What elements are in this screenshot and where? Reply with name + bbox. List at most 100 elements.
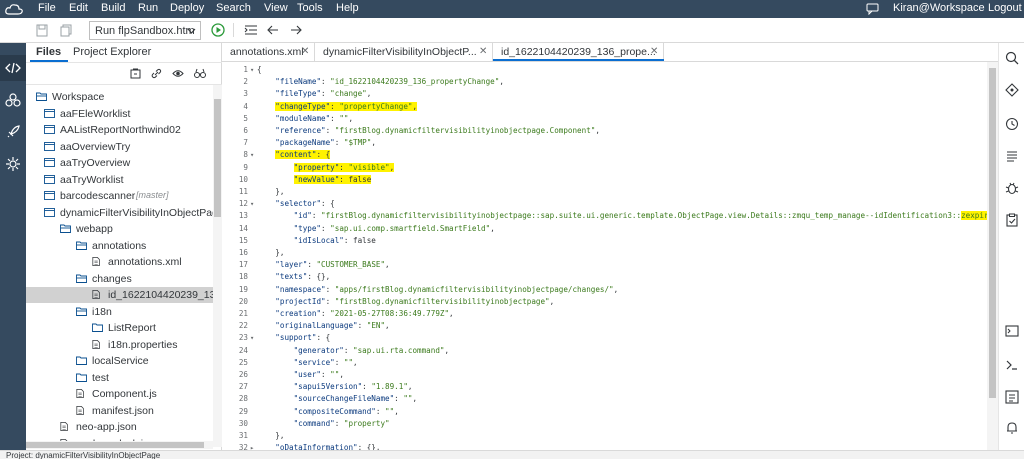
menu-deploy[interactable]: Deploy	[170, 2, 204, 14]
tree-item[interactable]: Workspace	[26, 89, 213, 105]
clipboard-check-icon[interactable]	[1005, 213, 1019, 227]
tree-item[interactable]: dynamicFilterVisibilityInObjectPage	[26, 205, 222, 221]
fold-toggle-icon[interactable]: ▾	[250, 198, 254, 210]
right-side-toolbar	[998, 43, 1024, 450]
tree-item[interactable]: id_1622104420239_136_pr	[26, 287, 222, 303]
folder-icon	[76, 373, 87, 382]
line-number: 17	[238, 260, 248, 270]
tree-item[interactable]: localService	[26, 353, 213, 369]
code-text: "namespace": "apps/firstBlog.dynamicfilt…	[275, 284, 619, 294]
menu-build[interactable]: Build	[101, 2, 125, 14]
project-folder-icon	[44, 158, 55, 167]
code-line: 16 },	[222, 247, 987, 259]
menu-view[interactable]: View	[264, 2, 288, 14]
outline-list-icon[interactable]	[1005, 149, 1019, 163]
menu-run[interactable]: Run	[138, 2, 158, 14]
line-number: 21	[238, 309, 248, 318]
tree-item[interactable]: AAListReportNorthwind02	[26, 122, 213, 138]
git-history-icon[interactable]	[1005, 117, 1019, 131]
tab-files[interactable]: Files	[36, 46, 61, 58]
code-line: 8 ▾ "content": {	[222, 149, 987, 161]
menu-search[interactable]: Search	[216, 2, 251, 14]
tree-horizontal-scrollbar[interactable]	[26, 441, 213, 449]
fold-toggle-icon[interactable]: ▾	[250, 149, 254, 161]
menu-file[interactable]: File	[38, 2, 56, 14]
tree-item[interactable]: changes	[26, 271, 213, 287]
tree-item[interactable]: aaTryOverview	[26, 155, 213, 171]
close-tab-icon[interactable]: ✕	[479, 46, 487, 57]
tree-item[interactable]: neo-app.json	[26, 419, 213, 435]
problems-icon[interactable]	[1005, 390, 1019, 404]
tab-project-explorer[interactable]: Project Explorer	[73, 46, 151, 58]
editor-tab[interactable]: annotations.xml ✕	[222, 43, 315, 61]
tree-item[interactable]: i18n.properties	[26, 337, 213, 353]
editor-scrollbar[interactable]	[987, 62, 998, 450]
tree-item[interactable]: annotations	[26, 238, 213, 254]
code-text: "packageName": "$TMP",	[275, 138, 376, 148]
code-text: "newValue": false	[293, 174, 372, 184]
status-project-text: Project: dynamicFilterVisibilityInObject…	[6, 451, 161, 459]
plugins-icon[interactable]	[5, 92, 21, 108]
tree-item[interactable]: barcodescanner [master]	[26, 188, 213, 204]
fold-toggle-icon[interactable]: ▸	[250, 442, 254, 450]
git-icon[interactable]	[1005, 83, 1019, 97]
debugger-bug-icon[interactable]	[1005, 181, 1019, 195]
project-folder-icon	[44, 108, 55, 118]
editor-tab[interactable]: dynamicFilterVisibilityInObjectP... ✕	[315, 43, 493, 61]
tree-item[interactable]: ListReport	[26, 320, 213, 336]
tree-item[interactable]: manifest.json	[26, 403, 213, 419]
tree-item[interactable]: aaTryWorklist	[26, 172, 213, 188]
line-number: 26	[238, 370, 248, 379]
tree-scrollbar-thumb[interactable]	[214, 99, 221, 217]
tree-item[interactable]: webapp	[26, 221, 213, 237]
eye-icon[interactable]	[172, 68, 184, 79]
tree-horizontal-scrollbar-thumb[interactable]	[26, 442, 204, 448]
tree-item[interactable]: aaOverviewTry	[26, 139, 213, 155]
close-tab-icon[interactable]: ✕	[650, 46, 658, 57]
code-icon[interactable]	[5, 60, 21, 76]
terminal-icon[interactable]	[1005, 358, 1019, 372]
tree-scrollbar[interactable]	[213, 85, 222, 447]
collapse-all-icon[interactable]	[130, 68, 141, 79]
arrow-left-icon[interactable]	[267, 25, 279, 35]
fold-toggle-icon[interactable]: ▾	[250, 332, 254, 344]
code-text: "creation": "2021-05-27T08:36:49.779Z",	[275, 309, 454, 318]
code-line: 30 "command": "property"	[222, 418, 987, 430]
rocket-icon[interactable]	[5, 124, 21, 140]
logout-link[interactable]: Logout	[988, 2, 1022, 14]
tree-item-label: changes	[92, 272, 132, 285]
save-all-icon[interactable]	[60, 24, 72, 37]
tree-item[interactable]: i18n	[26, 304, 213, 320]
line-number: 32	[238, 443, 248, 450]
line-number: 24	[238, 345, 248, 355]
indent-icon[interactable]	[244, 24, 258, 36]
editor-tab[interactable]: id_1622104420239_136_prope... ✕	[493, 43, 664, 61]
tree-item[interactable]: aaFEleWorklist	[26, 106, 213, 122]
tree-item[interactable]: annotations.xml	[26, 254, 213, 270]
run-play-icon[interactable]	[211, 23, 225, 37]
close-tab-icon[interactable]: ✕	[301, 46, 309, 57]
user-name[interactable]: Kiran@Workspace	[893, 2, 985, 14]
line-number: 4	[243, 101, 248, 111]
run-configuration-select[interactable]: Run flpSandbox.htm	[89, 21, 201, 40]
notification-icon[interactable]	[1005, 421, 1019, 435]
menu-tools[interactable]: Tools	[297, 2, 323, 14]
chat-icon[interactable]	[866, 3, 879, 15]
console-icon[interactable]	[1005, 324, 1019, 338]
tree-item[interactable]: test	[26, 370, 213, 386]
save-icon[interactable]	[36, 24, 48, 37]
arrow-right-icon[interactable]	[290, 25, 302, 35]
menu-edit[interactable]: Edit	[69, 2, 88, 14]
settings-gear-icon[interactable]	[5, 156, 21, 172]
menu-help[interactable]: Help	[336, 2, 359, 14]
link-icon[interactable]	[151, 68, 162, 79]
line-number: 28	[238, 394, 248, 404]
binoculars-icon[interactable]	[194, 68, 206, 79]
status-bar: Project: dynamicFilterVisibilityInObject…	[0, 450, 1024, 459]
editor-scrollbar-thumb[interactable]	[989, 68, 996, 398]
fold-toggle-icon[interactable]: ▾	[250, 64, 254, 76]
search-icon[interactable]	[1005, 51, 1019, 65]
code-area[interactable]: 1 ▾{2 "fileName": "id_1622104420239_136_p…	[222, 62, 987, 450]
tree-item[interactable]: Component.js	[26, 386, 213, 402]
line-number: 20	[238, 296, 248, 306]
